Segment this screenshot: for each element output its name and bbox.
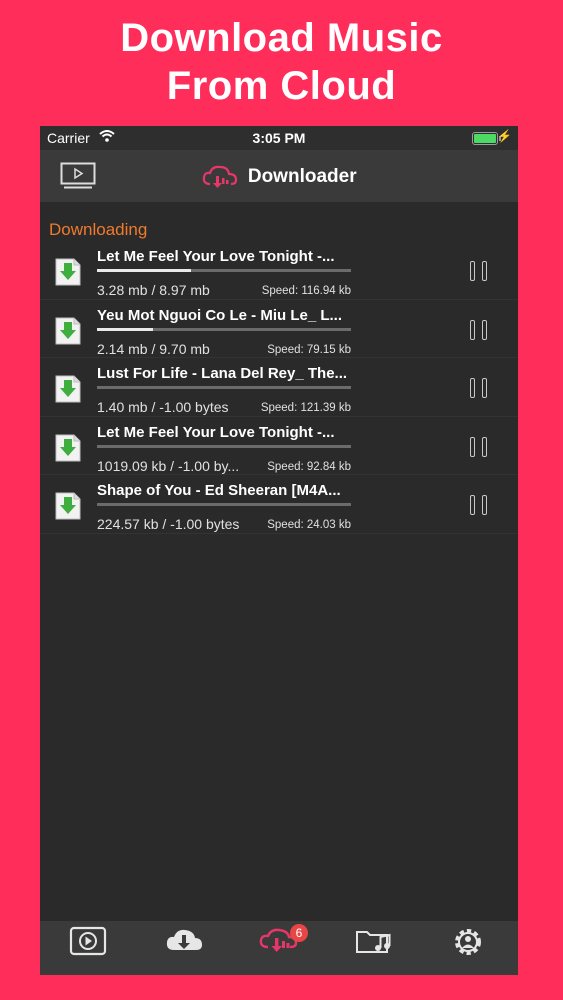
pause-icon xyxy=(470,436,475,457)
pause-icon xyxy=(482,261,487,281)
download-row[interactable]: Shape of You - Ed Sheeran [M4A... 224.57 … xyxy=(40,475,518,534)
download-speed: Speed: 79.15 kb xyxy=(267,343,351,356)
tab-settings[interactable] xyxy=(438,926,498,966)
download-row[interactable]: Lust For Life - Lana Del Rey_ The... 1.40… xyxy=(40,358,518,417)
pause-icon xyxy=(482,319,487,340)
download-file-icon xyxy=(54,491,82,521)
settings-gear-icon xyxy=(455,929,481,955)
pause-icon xyxy=(482,495,487,515)
download-size: 3.28 mb / 8.97 mb xyxy=(97,282,210,298)
pause-button[interactable] xyxy=(470,436,490,459)
tab-download[interactable] xyxy=(154,926,214,966)
download-size: 224.57 kb / -1.00 bytes xyxy=(97,516,240,532)
download-title: Shape of You - Ed Sheeran [M4A... xyxy=(97,482,341,499)
navbar-title-group: Downloader xyxy=(40,164,518,190)
download-progress-bar xyxy=(97,386,351,389)
download-row[interactable]: Yeu Mot Nguoi Co Le - Miu Le_ L... 2.14 m… xyxy=(40,300,518,358)
download-progress-bar xyxy=(97,444,351,448)
download-file-icon xyxy=(54,374,82,404)
download-title: Let Me Feel Your Love Tonight -... xyxy=(97,248,335,265)
pause-button[interactable] xyxy=(470,319,490,342)
music-folder-icon xyxy=(356,931,391,953)
pause-icon xyxy=(482,378,487,398)
download-speed: Speed: 92.84 kb xyxy=(267,460,351,473)
status-bar: Carrier 3:05 PM ⚡ xyxy=(40,126,518,150)
pause-icon xyxy=(470,378,475,398)
tab-library[interactable] xyxy=(344,926,404,966)
pause-button[interactable] xyxy=(470,378,490,400)
download-title: Let Me Feel Your Love Tonight -... xyxy=(97,423,335,441)
navigation-bar: Downloader xyxy=(40,150,518,202)
pause-icon xyxy=(470,495,475,515)
download-file-icon xyxy=(54,433,82,463)
downloads-count-badge: 6 xyxy=(290,924,308,942)
download-progress-fill xyxy=(97,327,153,331)
pause-icon xyxy=(482,436,487,457)
cloud-download-icon xyxy=(166,929,202,950)
download-title: Yeu Mot Nguoi Co Le - Miu Le_ L... xyxy=(97,306,342,324)
pause-icon xyxy=(470,261,475,281)
pause-button[interactable] xyxy=(470,261,490,283)
tab-downloading[interactable]: 6 xyxy=(250,924,310,966)
download-speed: Speed: 24.03 kb xyxy=(267,519,351,531)
charging-icon: ⚡ xyxy=(497,129,512,143)
download-file-icon xyxy=(54,257,82,287)
download-speed: Speed: 121.39 kb xyxy=(260,402,351,414)
status-time: 3:05 PM xyxy=(252,130,306,146)
download-progress-bar xyxy=(97,269,351,272)
download-size: 1.40 mb / -1.00 bytes xyxy=(97,399,229,415)
download-size: 1019.09 kb / -1.00 by... xyxy=(97,457,240,474)
download-progress-bar xyxy=(97,503,351,506)
section-header-downloading: Downloading xyxy=(49,220,148,239)
tab-player[interactable] xyxy=(58,926,118,966)
battery-icon xyxy=(472,132,501,145)
download-list: Let Me Feel Your Love Tonight -... 3.28 m… xyxy=(40,241,518,534)
download-speed: Speed: 116.94 kb xyxy=(261,285,351,297)
download-progress-bar xyxy=(97,327,351,331)
promo-line-1: Download Music xyxy=(120,16,443,60)
download-size: 2.14 mb / 9.70 mb xyxy=(97,340,210,357)
pause-button[interactable] xyxy=(470,495,490,517)
pause-icon xyxy=(470,319,475,340)
promo-headline: Download Music From Cloud xyxy=(0,14,563,110)
promo-line-2: From Cloud xyxy=(166,64,397,108)
download-title: Lust For Life - Lana Del Rey_ The... xyxy=(97,365,348,382)
download-row[interactable]: Let Me Feel Your Love Tonight -... 1019.0… xyxy=(40,417,518,475)
cloud-download-logo-icon xyxy=(203,165,238,188)
download-row[interactable]: Let Me Feel Your Love Tonight -... 3.28 m… xyxy=(40,241,518,300)
download-progress-fill xyxy=(97,269,191,272)
play-icon xyxy=(69,926,107,956)
phone-screen: Carrier 3:05 PM ⚡ Downloader Downloading… xyxy=(40,126,518,975)
tab-bar: 6 xyxy=(40,921,518,975)
navbar-title: Downloader xyxy=(247,166,357,187)
download-file-icon xyxy=(54,316,82,346)
